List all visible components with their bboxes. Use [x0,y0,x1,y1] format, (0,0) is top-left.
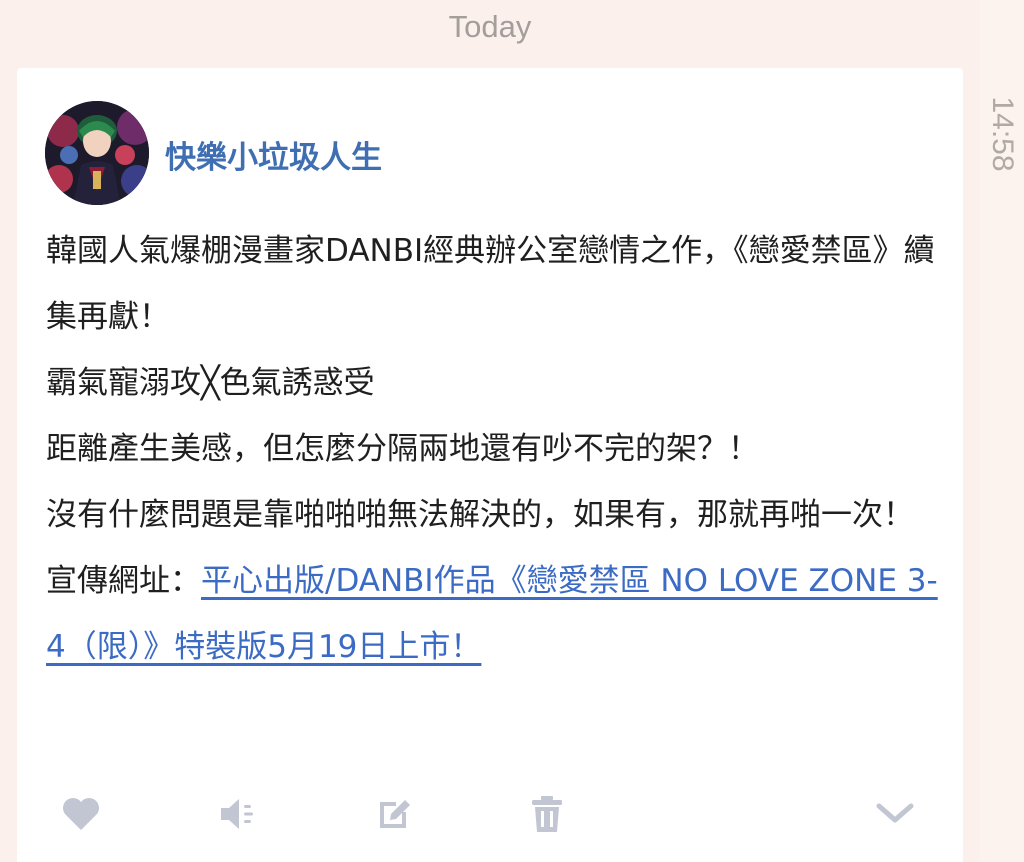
avatar-image [45,101,149,205]
speaker-icon [221,799,253,829]
post-text-line: 韓國人氣爆棚漫畫家DANBI經典辦公室戀情之作，《戀愛禁區》續集再獻！ [46,233,935,335]
post-link-line: 宣傳網址：平心出版/DANBI作品《戀愛禁區 NO LOVE ZONE 3-4（… [46,548,946,680]
edit-button[interactable] [370,790,418,838]
read-aloud-button[interactable] [213,790,261,838]
author-name[interactable]: 快樂小垃圾人生 [165,132,382,177]
message-timestamp: 14:58 [986,96,1019,172]
post-card[interactable]: 快樂小垃圾人生 韓國人氣爆棚漫畫家DANBI經典辦公室戀情之作，《戀愛禁區》續集… [17,68,963,862]
date-header: Today [448,9,532,44]
delete-button[interactable] [523,790,571,838]
heart-icon [63,798,99,830]
post-body: 韓國人氣爆棚漫畫家DANBI經典辦公室戀情之作，《戀愛禁區》續集再獻！ 霸氣寵溺… [46,218,946,680]
edit-icon [380,800,410,828]
action-bar [17,790,963,840]
chat-screen: Today 14:58 快樂小垃圾人生 韓國人氣爆棚漫畫家DANBI經典辦公室戀… [0,0,1024,862]
post-text-line: 霸氣寵溺攻╳色氣誘惑受 [46,365,375,401]
post-text-line: 沒有什麼問題是靠啪啪啪無法解決的，如果有，那就再啪一次！ [46,497,914,533]
trash-icon [532,796,562,832]
expand-button[interactable] [871,790,919,838]
like-button[interactable] [57,790,105,838]
avatar[interactable] [45,101,149,205]
chevron-down-icon [876,803,914,823]
link-prefix: 宣傳網址： [46,563,201,599]
post-text-line: 距離產生美感，但怎麼分隔兩地還有吵不完的架？！ [46,431,759,467]
